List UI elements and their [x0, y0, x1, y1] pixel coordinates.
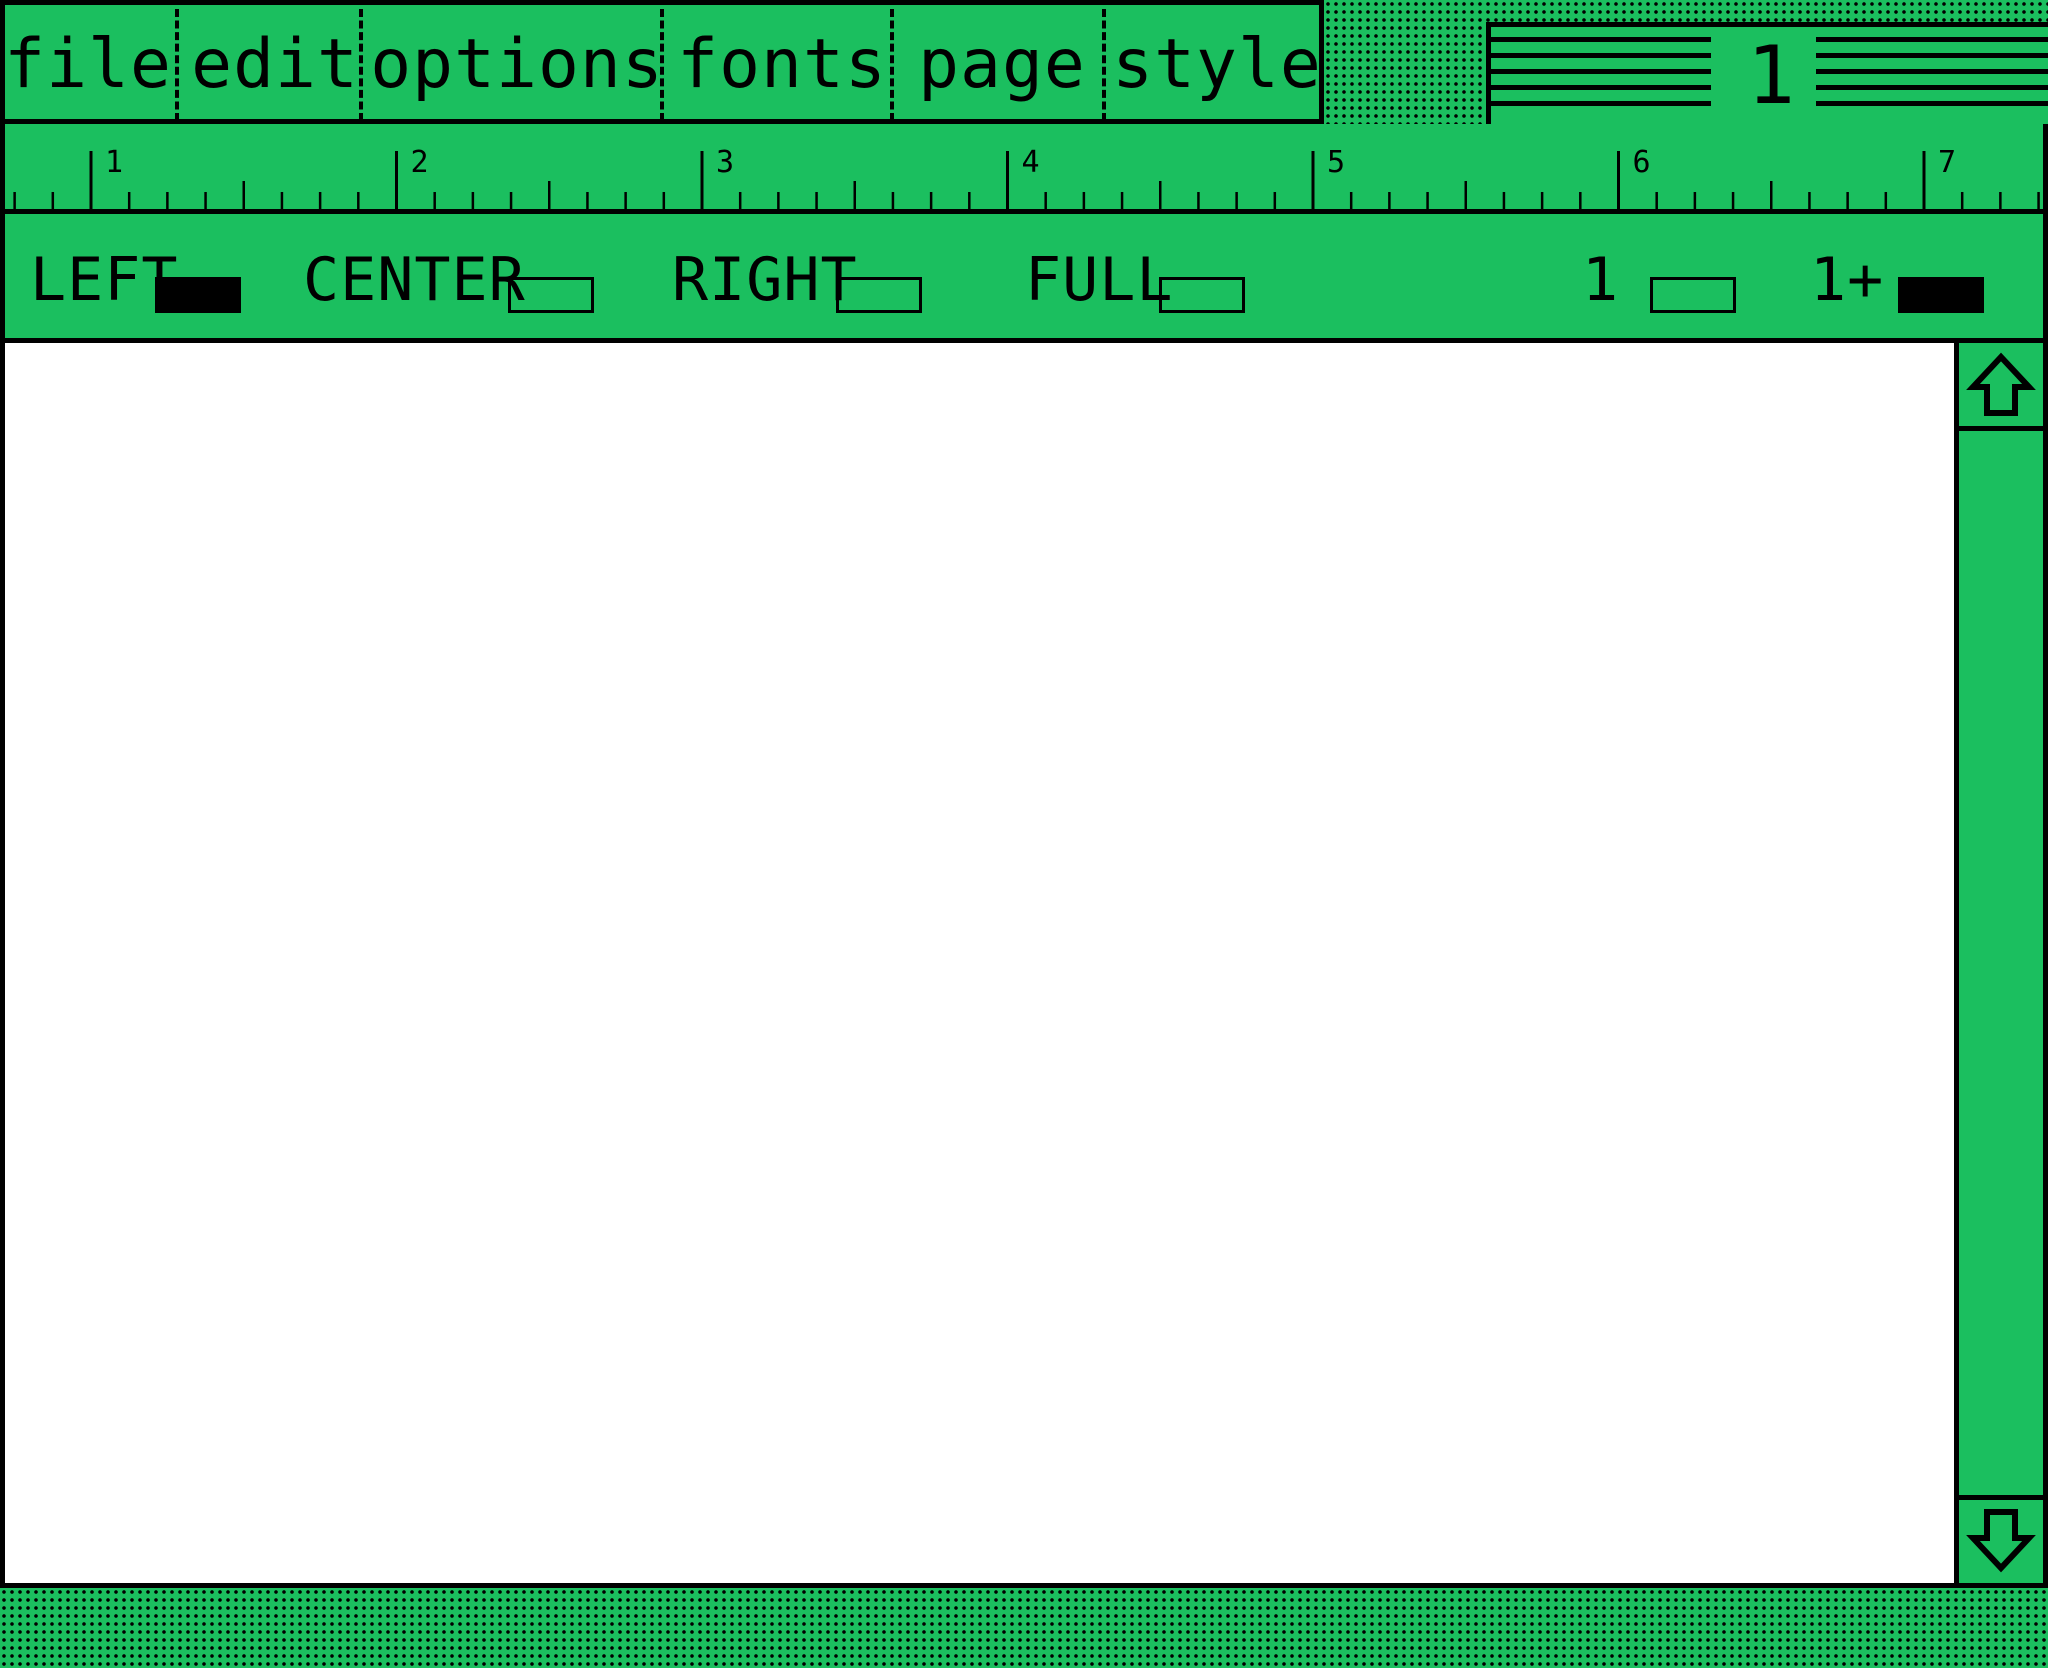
arrow-up-icon	[1966, 352, 2036, 416]
align-right-label: RIGHT	[672, 245, 858, 315]
word-processor-screen: file edit options fonts page style 1 1 2 3…	[0, 0, 2048, 1668]
menu-separator	[359, 9, 363, 121]
ruler-label: 5	[1327, 145, 1345, 180]
title-stripes	[1491, 37, 1711, 115]
ruler-label: 2	[411, 145, 429, 180]
alignment-bar: LEFT CENTER RIGHT FULL 1 1+	[0, 214, 2048, 343]
vertical-scrollbar[interactable]	[1954, 343, 2048, 1588]
ruler[interactable]: 1 2 3 4 5 6 7	[0, 124, 2048, 214]
page-indicator: 1	[1486, 22, 2048, 124]
ruler-scale: 1 2 3 4 5 6 7	[13, 145, 2040, 209]
arrow-down-icon	[1966, 1509, 2036, 1573]
ruler-label: 1	[105, 145, 123, 180]
menu-bar: file edit options fonts page style	[0, 0, 1324, 124]
menu-separator	[175, 9, 179, 121]
spacing-single-toggle[interactable]	[1650, 277, 1736, 313]
ruler-label: 7	[1938, 145, 1956, 180]
page-number: 1	[1746, 29, 1796, 122]
document-area[interactable]	[0, 343, 1958, 1588]
ruler-label: 4	[1022, 145, 1040, 180]
spacing-one-plus-toggle[interactable]	[1898, 277, 1984, 313]
menu-style[interactable]: style	[1112, 5, 1321, 124]
align-full-label: FULL	[1025, 245, 1174, 315]
menu-page[interactable]: page	[907, 5, 1097, 124]
menu-file[interactable]: file	[4, 5, 171, 124]
scroll-down-button[interactable]	[1959, 1495, 2043, 1583]
menu-fonts[interactable]: fonts	[677, 5, 887, 124]
scroll-track[interactable]	[1959, 431, 2043, 1495]
align-center-label: CENTER	[303, 245, 526, 315]
spacing-single-label: 1	[1582, 245, 1620, 315]
menu-options[interactable]: options	[370, 5, 663, 124]
desktop-pattern-bottom	[0, 1588, 2048, 1668]
menu-separator	[890, 9, 894, 121]
align-left-toggle[interactable]	[155, 277, 241, 313]
ruler-label: 3	[716, 145, 734, 180]
title-stripes	[1816, 37, 2048, 115]
menu-separator	[660, 9, 664, 121]
ruler-label: 6	[1633, 145, 1651, 180]
align-full-toggle[interactable]	[1159, 277, 1245, 313]
align-center-toggle[interactable]	[508, 277, 594, 313]
menu-separator	[1102, 9, 1106, 121]
menu-edit[interactable]: edit	[191, 5, 358, 124]
spacing-one-plus-label: 1+	[1810, 245, 1885, 315]
scroll-up-button[interactable]	[1959, 343, 2043, 431]
align-right-toggle[interactable]	[836, 277, 922, 313]
